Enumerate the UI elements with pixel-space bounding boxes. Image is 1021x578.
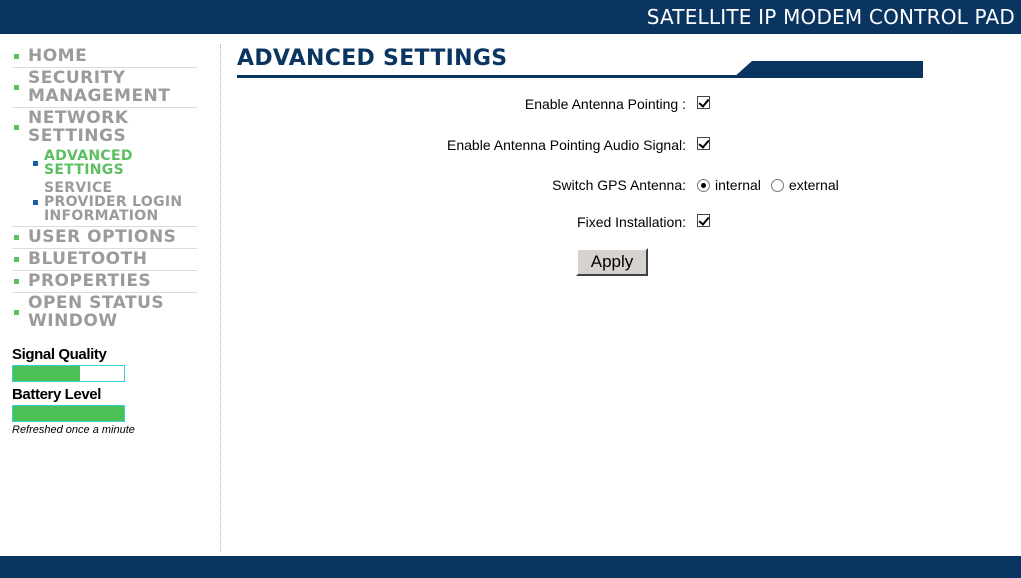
app-title: SATELLITE IP MODEM CONTROL PAD — [646, 5, 1015, 29]
gps-external-radio[interactable] — [770, 178, 784, 192]
bullet-icon — [14, 309, 19, 315]
gps-antenna-label: Switch GPS Antenna: — [552, 177, 686, 193]
antenna-pointing-row: Enable Antenna Pointing : — [525, 96, 710, 112]
sidebar-item-label: BLUETOOTH — [28, 249, 148, 269]
bullet-icon — [33, 160, 38, 166]
signal-quality-fill — [13, 366, 80, 381]
sidebar-item-advanced-settings[interactable]: ADVANCED SETTINGS — [12, 149, 197, 177]
sidebar-item-home[interactable]: HOME — [12, 46, 197, 68]
sidebar-item-properties[interactable]: PROPERTIES — [12, 271, 197, 293]
antenna-pointing-checkbox[interactable] — [697, 96, 710, 109]
fixed-installation-row: Fixed Installation: — [577, 214, 710, 230]
antenna-pointing-label: Enable Antenna Pointing : — [524, 96, 686, 112]
title-tab-decoration — [733, 61, 923, 78]
apply-button[interactable]: Apply — [576, 248, 648, 276]
sidebar-item-open-status-window[interactable]: OPEN STATUS WINDOW — [12, 293, 197, 332]
sidebar-item-label: USER OPTIONS — [28, 227, 177, 247]
gps-internal-radio[interactable] — [697, 178, 710, 192]
bullet-icon — [33, 199, 38, 205]
sidebar-item-label: OPEN STATUS WINDOW — [28, 293, 165, 331]
signal-quality-label: Signal Quality — [12, 346, 107, 363]
sidebar-item-label: HOME — [28, 46, 88, 66]
bullet-icon — [14, 278, 19, 284]
battery-level-label: Battery Level — [12, 386, 102, 403]
sidebar-item-label: PROPERTIES — [28, 271, 152, 291]
audio-signal-label: Enable Antenna Pointing Audio Signal: — [447, 137, 686, 153]
bullet-icon — [14, 53, 19, 59]
battery-level-meter — [12, 405, 125, 422]
bullet-icon — [14, 256, 19, 262]
page-title: ADVANCED SETTINGS — [237, 46, 508, 71]
bullet-icon — [14, 234, 19, 240]
audio-signal-checkbox[interactable] — [697, 137, 710, 150]
header-bar: SATELLITE IP MODEM CONTROL PAD — [0, 0, 1021, 34]
refresh-note: Refreshed once a minute — [12, 424, 135, 436]
footer-bar — [0, 556, 1021, 578]
sidebar-item-bluetooth[interactable]: BLUETOOTH — [12, 249, 197, 271]
sidebar-divider — [220, 44, 221, 552]
gps-antenna-row: Switch GPS Antenna: internal external — [552, 177, 839, 193]
audio-signal-row: Enable Antenna Pointing Audio Signal: — [447, 137, 710, 153]
sidebar-item-label: ADVANCED SETTINGS — [44, 148, 133, 178]
gps-external-label: external — [788, 177, 839, 193]
battery-level-fill — [13, 406, 124, 421]
bullet-icon — [14, 124, 19, 130]
sidebar-item-user-options[interactable]: USER OPTIONS — [12, 227, 197, 249]
signal-quality-meter — [12, 365, 125, 382]
bullet-icon — [14, 84, 19, 90]
gps-internal-label: internal — [715, 177, 761, 193]
fixed-installation-checkbox[interactable] — [697, 214, 710, 227]
fixed-installation-label: Fixed Installation: — [577, 214, 686, 230]
